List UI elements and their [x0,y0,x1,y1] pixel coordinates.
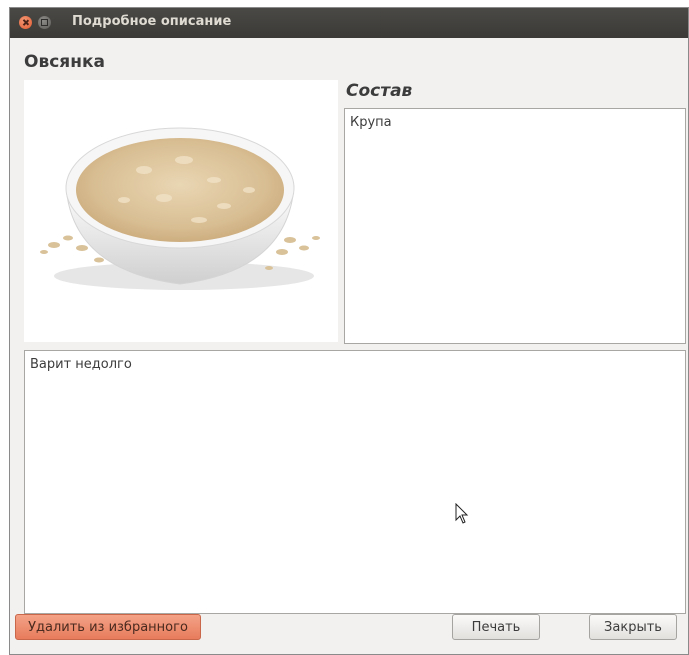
window-title: Подробное описание [72,14,232,29]
remove-from-favorites-button[interactable]: Удалить из избранного [15,614,201,640]
ingredients-heading: Состав [346,81,413,101]
detail-window: Подробное описание Овсянка Состав Крупа … [9,7,689,655]
titlebar: Подробное описание [10,8,688,38]
window-close-icon[interactable] [19,16,32,29]
ingredients-textarea[interactable]: Крупа [344,108,686,344]
ingredients-text: Крупа [350,115,392,130]
close-button[interactable]: Закрыть [589,614,677,640]
mouse-cursor-icon [455,503,469,524]
description-textarea[interactable]: Варит недолго [24,350,686,614]
oatmeal-bowl-icon [40,127,320,290]
description-text: Варит недолго [30,357,132,372]
dish-photo [24,80,338,342]
print-button[interactable]: Печать [452,614,540,640]
window-minimize-icon[interactable] [38,16,51,29]
dish-name: Овсянка [24,52,105,72]
